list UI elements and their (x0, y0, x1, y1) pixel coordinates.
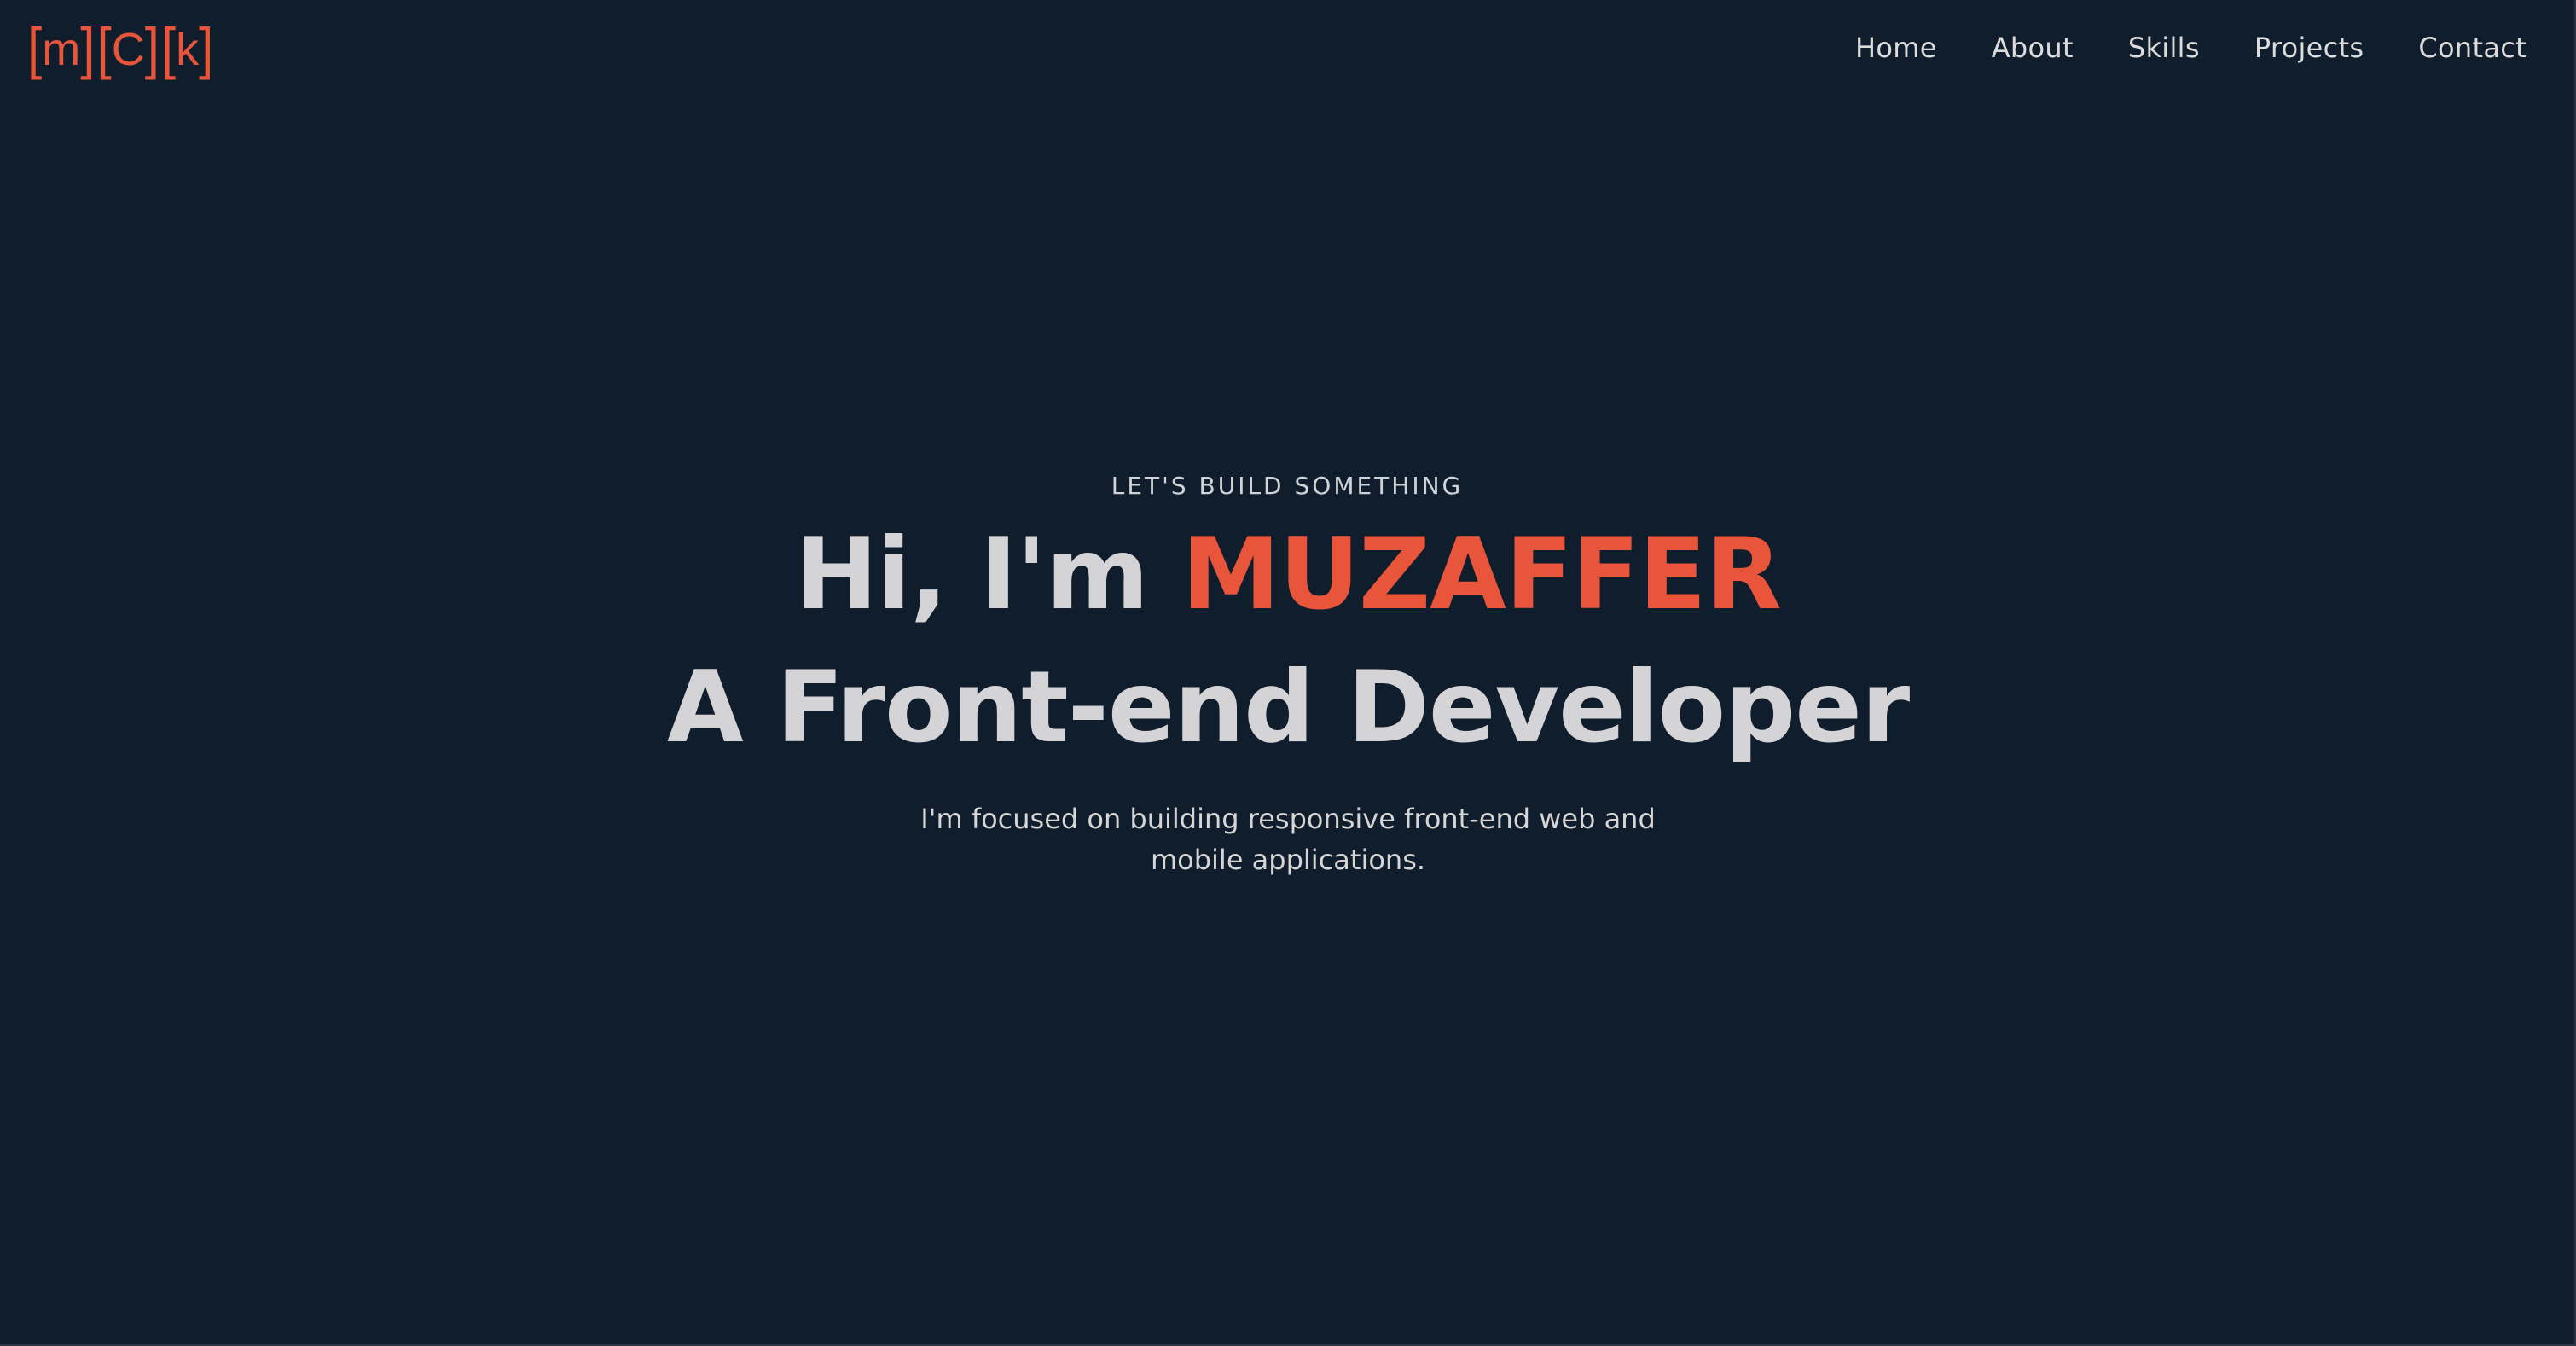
main-nav: Home About Skills Projects Contact (1855, 22, 2527, 73)
hero-headline: Hi, I'm MUZAFFER A Front-end Developer (0, 508, 2576, 775)
logo-letter-m: [m] (27, 17, 95, 81)
hero-section: LET'S BUILD SOMETHING Hi, I'm MUZAFFER A… (0, 467, 2576, 880)
nav-skills-link[interactable]: Skills (2128, 32, 2200, 64)
nav-about-link[interactable]: About (1992, 32, 2074, 64)
nav-home-link[interactable]: Home (1855, 32, 1937, 64)
hero-role: A Front-end Developer (666, 650, 1910, 765)
hero-eyebrow: LET'S BUILD SOMETHING (1111, 472, 1464, 500)
logo-letter-c: [C] (96, 17, 160, 81)
hero-greeting: Hi, I'm (795, 517, 1182, 632)
page-frame: [m] [C] [k] Home About Skills Projects C… (0, 0, 2576, 1346)
site-logo[interactable]: [m] [C] [k] (27, 19, 215, 80)
nav-contact-link[interactable]: Contact (2418, 32, 2527, 64)
hero-name: MUZAFFER (1181, 517, 1782, 632)
hero-greeting-line: Hi, I'm MUZAFFER (0, 508, 2576, 641)
logo-letter-k: [k] (160, 17, 214, 81)
hero-tagline: I'm focused on building responsive front… (920, 803, 1656, 876)
nav-projects-link[interactable]: Projects (2254, 32, 2364, 64)
